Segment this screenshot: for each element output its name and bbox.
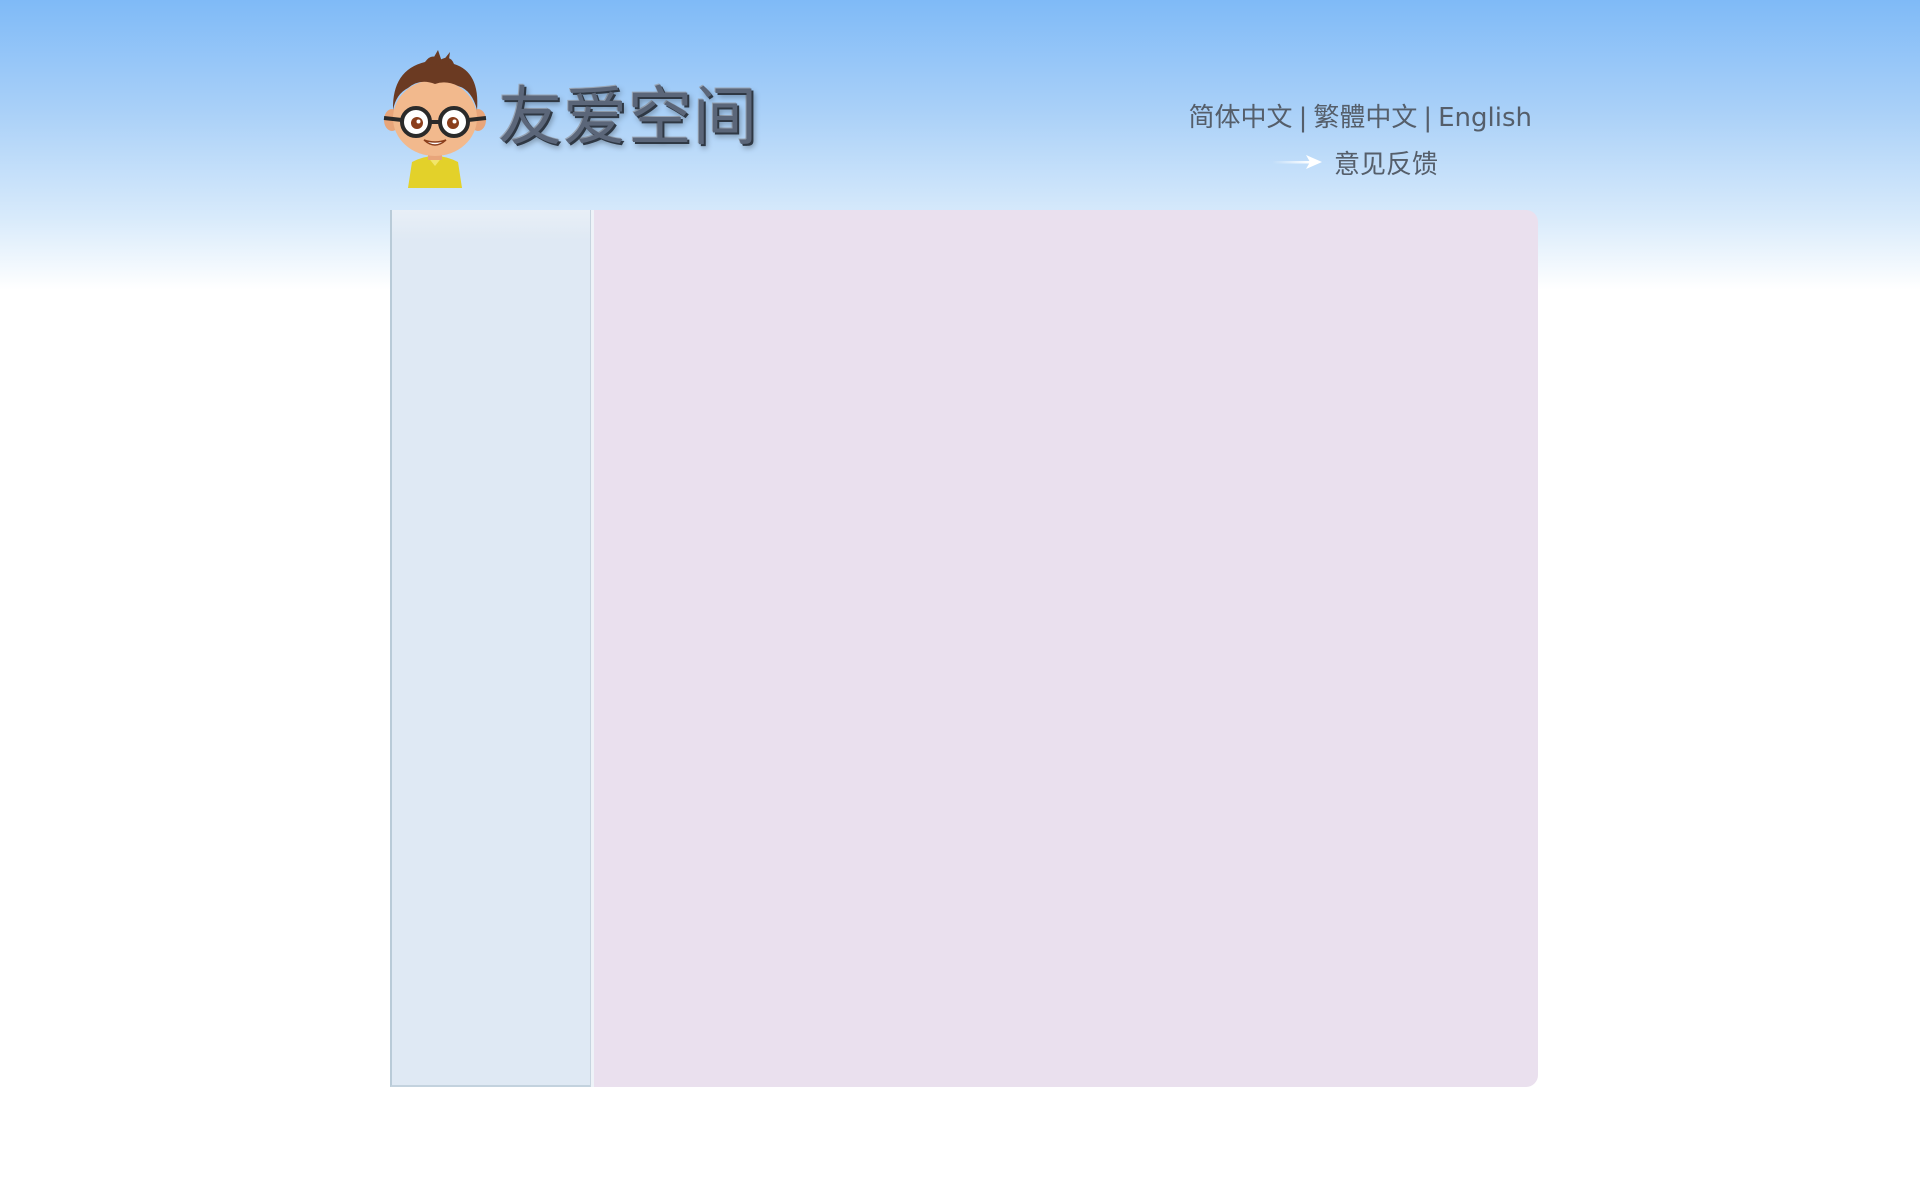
mascot-logo-icon (383, 50, 487, 188)
sidebar-header (392, 210, 590, 240)
feedback-link[interactable]: 意见反馈 (1272, 144, 1438, 180)
site-title: 友爱空间 (498, 81, 758, 155)
header: 友爱空间 简体中文 | 繁體中文 | English 意见反馈 (0, 0, 1920, 210)
lang-separator: | (1298, 103, 1308, 133)
language-switcher: 简体中文 | 繁體中文 | English (1189, 100, 1532, 136)
lang-simplified-chinese-link[interactable]: 简体中文 (1189, 103, 1293, 133)
lang-english-link[interactable]: English (1438, 103, 1532, 133)
lang-separator: | (1423, 103, 1433, 133)
sidebar-panel (390, 210, 590, 1087)
lang-traditional-chinese-link[interactable]: 繁體中文 (1313, 103, 1417, 133)
feedback-label: 意见反馈 (1334, 149, 1439, 180)
main-content-panel (594, 210, 1538, 1087)
arrow-right-icon (1272, 155, 1322, 169)
content-frame (390, 210, 1538, 1087)
